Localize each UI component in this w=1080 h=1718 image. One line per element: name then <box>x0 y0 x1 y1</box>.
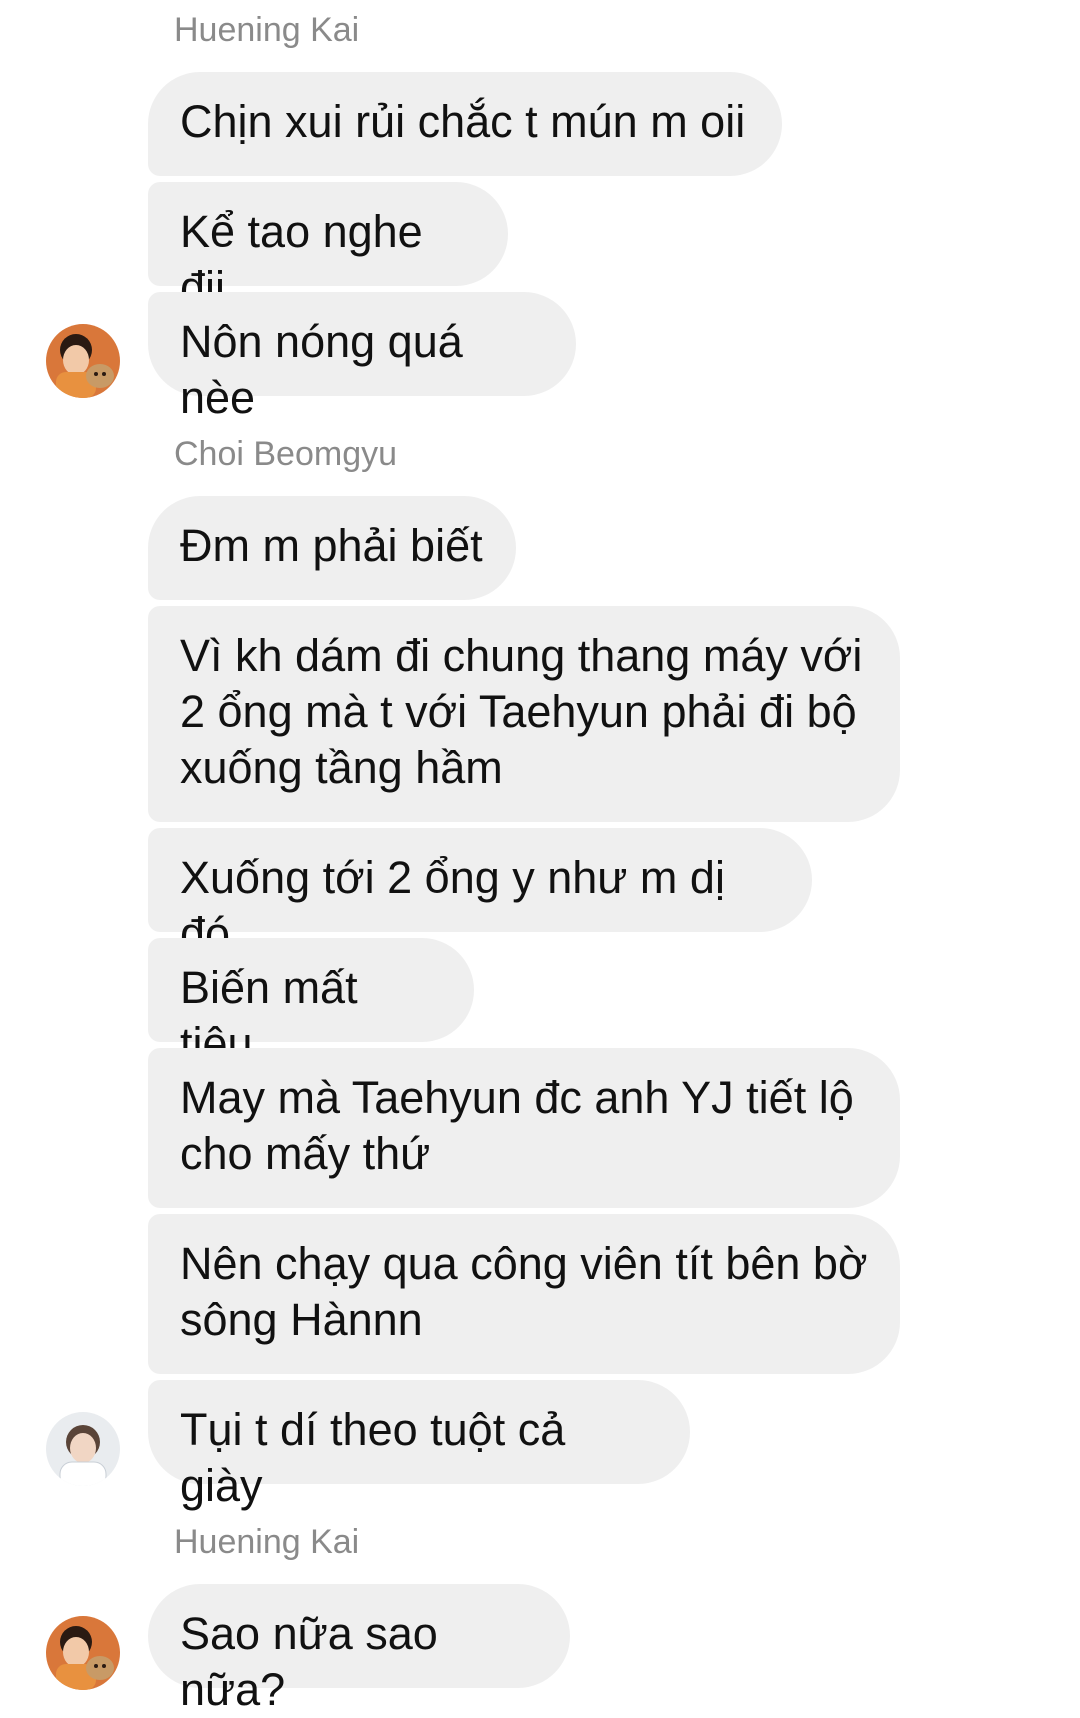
message-bubble[interactable]: May mà Taehyun đc anh YJ tiết lộ cho mấy… <box>148 1048 900 1208</box>
avatar-photo-icon <box>46 1616 120 1690</box>
message-bubble[interactable]: Biến mất tiêu <box>148 938 474 1069</box>
avatar-huening-kai[interactable] <box>46 1616 120 1690</box>
avatar-photo-icon <box>46 324 120 398</box>
message-bubble[interactable]: Nên chạy qua công viên tít bên bờ sông H… <box>148 1214 900 1374</box>
sender-name: Huening Kai <box>174 1523 360 1561</box>
sender-name: Choi Beomgyu <box>174 435 398 473</box>
sender-name: Huening Kai <box>174 11 360 49</box>
message-bubble[interactable]: Xuống tới 2 ổng y như m dị đó <box>148 828 812 959</box>
message-bubble[interactable]: Kể tao nghe đii <box>148 182 508 313</box>
message-bubble[interactable]: Chịn xui rủi chắc t mún m oii <box>148 72 782 176</box>
message-bubble[interactable]: Đm m phải biết <box>148 496 516 600</box>
message-bubble[interactable]: Vì kh dám đi chung thang máy với 2 ổng m… <box>148 606 900 822</box>
message-bubble[interactable]: Tụi t dí theo tuột cả giày <box>148 1380 690 1511</box>
avatar-photo-icon <box>46 1412 120 1486</box>
avatar-huening-kai[interactable] <box>46 324 120 398</box>
message-bubble[interactable]: Sao nữa sao nữa? <box>148 1584 570 1715</box>
message-bubble[interactable]: Nôn nóng quá nèe <box>148 292 576 423</box>
avatar-choi-beomgyu[interactable] <box>46 1412 120 1486</box>
